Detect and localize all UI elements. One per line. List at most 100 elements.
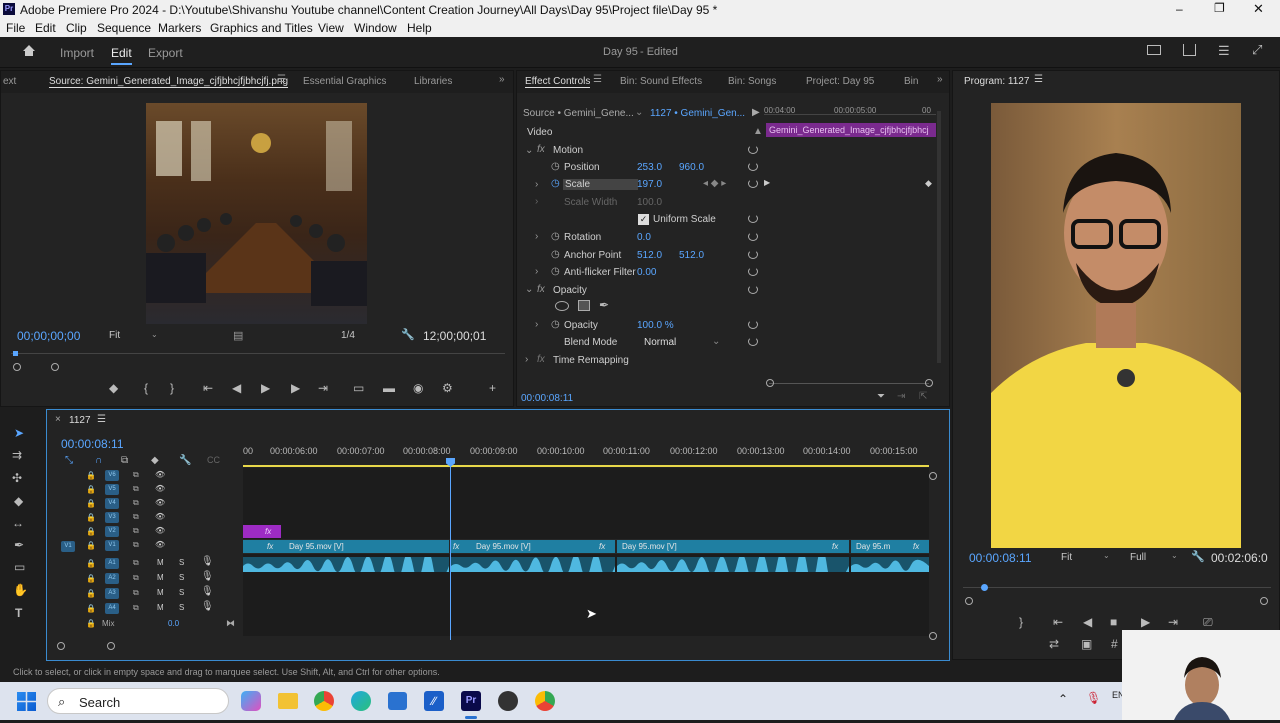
mark-out-icon[interactable]: } xyxy=(170,381,174,395)
lift-icon[interactable]: ⎚ xyxy=(1203,615,1213,630)
export-frame-icon[interactable]: ▣ xyxy=(1081,637,1092,651)
reset-position-icon[interactable] xyxy=(748,162,758,171)
nest-icon[interactable]: ⤡ xyxy=(65,455,73,466)
selection-tool-icon[interactable]: ➤ xyxy=(14,426,24,440)
step-forward-icon[interactable]: ▶ xyxy=(291,381,300,395)
video-clip[interactable]: Day 95.m fx xyxy=(851,540,929,553)
audio-clip[interactable] xyxy=(851,557,929,572)
tab-bin[interactable]: Bin xyxy=(904,76,918,87)
track-target-v3[interactable]: V3 xyxy=(105,512,119,523)
mute-button[interactable]: M xyxy=(157,588,164,597)
anchor-y-value[interactable]: 512.0 xyxy=(679,250,704,261)
source-dropdown-icon[interactable]: ⌄ xyxy=(635,107,643,118)
timeline-timecode[interactable]: 00:00:08:11 xyxy=(61,437,124,451)
lock-icon[interactable]: 🔒 xyxy=(86,527,96,536)
scale-expand-icon[interactable]: › xyxy=(535,179,538,190)
sync-lock-icon[interactable]: ⧉ xyxy=(133,603,139,613)
sync-lock-icon[interactable]: ⧉ xyxy=(133,540,139,550)
source-menu-icon[interactable]: ☰ xyxy=(277,74,286,85)
minimize-button[interactable]: – xyxy=(1176,2,1183,16)
stopwatch-icon[interactable]: ◷ xyxy=(551,266,560,277)
track-target-v2[interactable]: V2 xyxy=(105,526,119,537)
program-playhead[interactable] xyxy=(981,584,988,591)
effects-export-icon[interactable]: ⇥ xyxy=(897,391,905,402)
microphone-icon[interactable]: 🎙 xyxy=(201,601,214,612)
zoom-handle-left[interactable] xyxy=(766,379,774,387)
pen-tool-icon[interactable]: ✒ xyxy=(14,538,24,552)
chrome-icon[interactable] xyxy=(535,691,555,711)
eye-icon[interactable]: 👁 xyxy=(155,498,165,507)
track-target-v5[interactable]: V5 xyxy=(105,484,119,495)
lock-icon[interactable]: 🔒 xyxy=(86,513,96,522)
step-back-icon[interactable]: ◀ xyxy=(232,381,241,395)
lock-icon[interactable]: 🔒 xyxy=(86,604,96,613)
tab-effect-controls[interactable]: Effect Controls xyxy=(525,76,591,88)
step-back-icon[interactable]: ◀ xyxy=(1083,615,1092,629)
eye-icon[interactable]: 👁 xyxy=(155,484,165,493)
lock-icon[interactable]: 🔒 xyxy=(86,589,96,598)
stopwatch-icon[interactable]: ◷ xyxy=(551,161,560,172)
add-marker-icon[interactable]: ◆ xyxy=(151,455,159,466)
video-clip[interactable]: fx Day 95.mov [V] fx xyxy=(451,540,615,553)
slip-tool-icon[interactable]: ↔ xyxy=(12,516,24,530)
keyframe-icon[interactable]: ◆ xyxy=(925,178,932,189)
mark-in-icon[interactable]: { xyxy=(144,381,148,395)
fit-dropdown-icon[interactable]: ⌄ xyxy=(151,330,158,339)
tab-bin-songs[interactable]: Bin: Songs xyxy=(728,76,776,87)
effects-menu-icon[interactable]: ☰ xyxy=(593,74,602,85)
pen-mask-icon[interactable]: ✒ xyxy=(599,298,609,312)
copilot-icon[interactable] xyxy=(241,691,261,711)
source-timecode[interactable]: 00;00;00;00 xyxy=(17,329,80,343)
step-forward-icon[interactable]: ▶ xyxy=(1141,615,1150,629)
edge-icon[interactable] xyxy=(351,691,371,711)
effects-overflow-icon[interactable]: » xyxy=(937,74,943,85)
reset-motion-icon[interactable] xyxy=(748,145,758,154)
fit-dropdown-icon[interactable]: ⌄ xyxy=(1103,551,1110,560)
show-hidden-icons[interactable]: ⌃ xyxy=(1058,692,1068,706)
lock-icon[interactable]: 🔒 xyxy=(86,471,96,480)
opacity-expand-icon[interactable]: › xyxy=(535,319,538,330)
vertical-scroll-handle[interactable] xyxy=(929,632,937,640)
uniform-scale-checkbox[interactable]: ✓ xyxy=(638,214,649,225)
play-icon[interactable]: ▶ xyxy=(261,381,270,395)
add-button-icon[interactable]: + xyxy=(489,381,496,395)
share-icon[interactable] xyxy=(1183,44,1196,56)
program-in-handle[interactable] xyxy=(965,597,973,605)
scale-value[interactable]: 197.0 xyxy=(637,179,662,190)
antiflicker-value[interactable]: 0.00 xyxy=(637,267,656,278)
track-target-a2[interactable]: A2 xyxy=(105,573,119,584)
go-to-out-icon[interactable]: ⇥ xyxy=(1168,615,1178,629)
reset-antiflicker-icon[interactable] xyxy=(748,267,758,276)
ripple-edit-tool-icon[interactable]: ✣ xyxy=(12,471,22,485)
insert-icon[interactable]: ▭ xyxy=(353,381,364,395)
lock-icon[interactable]: 🔒 xyxy=(86,574,96,583)
effects-scrollbar[interactable] xyxy=(937,111,941,363)
effects-clip-bar[interactable]: Gemini_Generated_Image_cjfjbhcjfjbhcj xyxy=(766,123,936,137)
maximize-button[interactable]: ❐ xyxy=(1214,1,1225,15)
timeline-zoom-left-handle[interactable] xyxy=(57,642,65,650)
source-settings-icon[interactable]: ▤ xyxy=(233,329,243,342)
collapse-icon[interactable]: ▲ xyxy=(753,126,763,137)
solo-button[interactable]: S xyxy=(179,588,184,597)
export-frame-icon[interactable]: ◉ xyxy=(413,381,423,395)
store-icon[interactable] xyxy=(388,692,407,710)
microphone-icon[interactable]: 🎙 xyxy=(201,586,214,597)
timeline-settings-icon[interactable]: 🔧 xyxy=(179,455,191,466)
solo-button[interactable]: S xyxy=(179,573,184,582)
microphone-icon[interactable]: 🎙 xyxy=(201,556,214,567)
play-audio-icon[interactable]: ▶ xyxy=(752,107,760,118)
wrench-icon[interactable]: 🔧 xyxy=(1191,550,1205,563)
premiere-taskbar-icon[interactable]: Pr xyxy=(461,691,481,711)
menu-markers[interactable]: Markers xyxy=(158,21,201,35)
hand-tool-icon[interactable]: ✋ xyxy=(13,583,28,597)
solo-button[interactable]: S xyxy=(179,603,184,612)
effects-extract-icon[interactable]: ⇱ xyxy=(919,391,927,402)
quick-export-icon[interactable] xyxy=(1147,45,1161,55)
stopwatch-icon[interactable]: ◷ xyxy=(551,249,560,260)
type-tool-icon[interactable]: T xyxy=(15,606,22,620)
program-out-handle[interactable] xyxy=(1260,597,1268,605)
wrench-icon[interactable]: 🔧 xyxy=(401,328,415,341)
time-remap-expand-icon[interactable]: › xyxy=(525,354,528,365)
tab-export[interactable]: Export xyxy=(148,46,183,60)
antiflicker-expand-icon[interactable]: › xyxy=(535,266,538,277)
